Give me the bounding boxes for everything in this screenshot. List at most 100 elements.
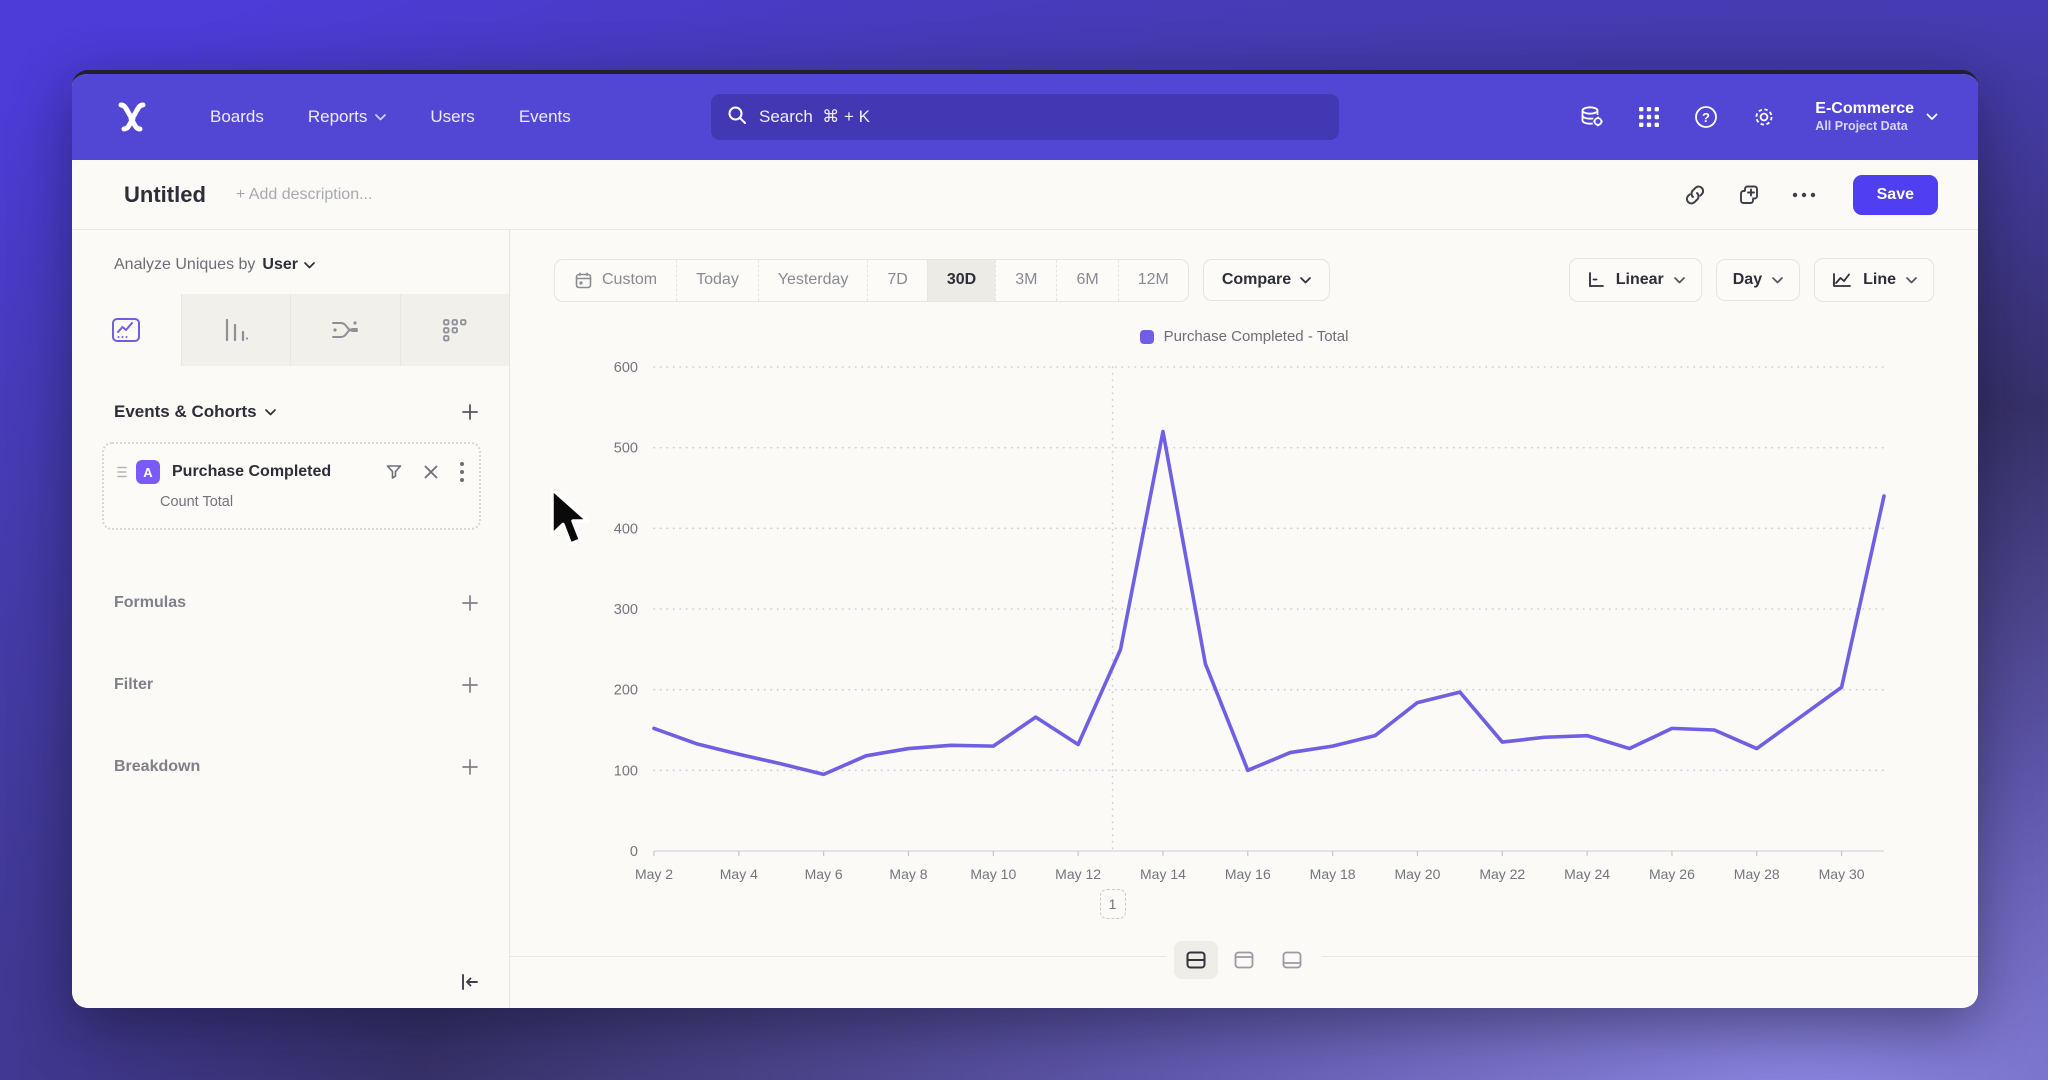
series-page-badge[interactable]: 1 [1100, 889, 1126, 919]
line-chart[interactable]: 0100200300400500600May 2May 4May 6May 8M… [510, 351, 1978, 916]
save-button[interactable]: Save [1853, 175, 1938, 215]
linear-axis-icon [1586, 270, 1606, 290]
svg-text:May 10: May 10 [970, 866, 1016, 882]
search-icon [727, 105, 747, 130]
svg-text:May 2: May 2 [635, 866, 673, 882]
query-builder-sidebar: Analyze Uniques by User Events & Cohorts [72, 230, 510, 1008]
range-6m[interactable]: 6M [1056, 260, 1117, 301]
nav-item-reports[interactable]: Reports [308, 107, 387, 127]
event-more-options-icon[interactable] [459, 461, 465, 483]
svg-text:300: 300 [614, 602, 638, 618]
sidebar-section-breakdown: Breakdown [114, 758, 479, 776]
sidebar-section-filter: Filter [114, 676, 479, 694]
svg-text:May 24: May 24 [1564, 866, 1610, 882]
search-bar[interactable] [711, 94, 1339, 140]
nav-item-boards[interactable]: Boards [210, 107, 264, 127]
scale-dropdown[interactable]: Linear [1569, 258, 1702, 302]
range-today[interactable]: Today [676, 260, 758, 301]
analyze-by-dropdown[interactable]: User [262, 256, 315, 274]
report-header-bar: Untitled + Add description... [72, 160, 1978, 230]
svg-text:May 12: May 12 [1055, 866, 1101, 882]
add-breakdown-button[interactable] [461, 758, 479, 776]
interval-dropdown[interactable]: Day [1716, 259, 1800, 301]
report-type-tabs [72, 294, 509, 366]
range-custom[interactable]: Custom [555, 260, 676, 301]
desktop-backdrop: Boards Reports Users Events [0, 0, 2048, 1080]
remove-event-icon[interactable] [423, 464, 439, 480]
report-title[interactable]: Untitled [124, 182, 206, 208]
top-navigation-bar: Boards Reports Users Events [72, 74, 1978, 160]
nav-item-events[interactable]: Events [519, 107, 571, 127]
layout-split-view-button[interactable] [1174, 941, 1218, 979]
retention-icon [441, 317, 469, 343]
svg-text:400: 400 [614, 521, 638, 537]
more-options-icon[interactable] [1791, 191, 1817, 199]
range-3m[interactable]: 3M [995, 260, 1056, 301]
tab-insights[interactable] [72, 294, 182, 366]
event-aggregation[interactable]: Count Total [160, 494, 465, 510]
add-description-field[interactable]: + Add description... [236, 186, 373, 204]
layout-toggle-group [1166, 937, 1322, 983]
chart-type-dropdown[interactable]: Line [1814, 258, 1934, 302]
event-letter-badge: A [136, 460, 160, 484]
svg-text:0: 0 [630, 844, 638, 860]
svg-text:May 16: May 16 [1225, 866, 1271, 882]
event-card-purchase-completed[interactable]: A Purchase Completed [102, 442, 481, 530]
svg-text:500: 500 [614, 441, 638, 457]
event-name[interactable]: Purchase Completed [172, 463, 331, 481]
tab-funnels[interactable] [182, 294, 292, 366]
flows-icon [330, 317, 360, 343]
range-yesterday[interactable]: Yesterday [758, 260, 868, 301]
chevron-down-icon [1926, 108, 1938, 126]
mixpanel-logo-icon[interactable] [112, 99, 152, 135]
chevron-down-icon [1906, 277, 1917, 284]
project-name: E-Commerce [1815, 99, 1914, 119]
events-cohorts-title[interactable]: Events & Cohorts [114, 402, 276, 422]
analyze-row: Analyze Uniques by User [72, 256, 509, 274]
date-range-group: CustomTodayYesterday7D30D3M6M12M [554, 259, 1189, 302]
svg-text:May 28: May 28 [1734, 866, 1780, 882]
chevron-down-icon [375, 114, 386, 121]
help-icon[interactable]: ? [1693, 104, 1719, 130]
chart-footer [510, 956, 1978, 1008]
line-chart-icon [1831, 270, 1853, 290]
range-30d[interactable]: 30D [927, 260, 995, 301]
collapse-sidebar-icon[interactable] [459, 972, 481, 992]
apps-grid-icon[interactable] [1637, 105, 1661, 129]
data-management-icon[interactable] [1579, 104, 1605, 130]
svg-text:May 30: May 30 [1819, 866, 1865, 882]
add-filter-button[interactable] [461, 676, 479, 694]
add-event-button[interactable] [461, 403, 479, 421]
funnels-icon [222, 317, 250, 343]
svg-text:May 18: May 18 [1310, 866, 1356, 882]
filter-event-icon[interactable] [385, 463, 403, 481]
nav-item-users[interactable]: Users [430, 107, 474, 127]
legend-swatch [1140, 330, 1154, 344]
chevron-down-icon [1674, 277, 1685, 284]
layout-bottom-panel-button[interactable] [1270, 941, 1314, 979]
settings-gear-icon[interactable] [1751, 104, 1777, 130]
chevron-down-icon [1772, 277, 1783, 284]
svg-text:May 22: May 22 [1479, 866, 1525, 882]
search-input[interactable] [759, 107, 1323, 127]
events-cohorts-header: Events & Cohorts [114, 402, 479, 422]
insights-icon [111, 317, 141, 343]
tab-retention[interactable] [401, 294, 510, 366]
nav-right-group: ? E-Commerce All Project Data [1579, 99, 1938, 135]
range-12m[interactable]: 12M [1118, 260, 1188, 301]
svg-text:600: 600 [614, 360, 638, 376]
copy-link-icon[interactable] [1683, 183, 1707, 207]
tab-flows[interactable] [291, 294, 401, 366]
svg-text:May 4: May 4 [720, 866, 758, 882]
layout-top-panel-button[interactable] [1222, 941, 1266, 979]
svg-text:May 14: May 14 [1140, 866, 1186, 882]
project-switcher[interactable]: E-Commerce All Project Data [1815, 99, 1938, 135]
range-7d[interactable]: 7D [867, 260, 926, 301]
duplicate-icon[interactable] [1737, 183, 1761, 207]
compare-button[interactable]: Compare [1203, 259, 1330, 301]
svg-text:May 20: May 20 [1394, 866, 1440, 882]
drag-handle-icon[interactable] [116, 465, 128, 479]
sidebar-sections: FormulasFilterBreakdown [72, 594, 509, 776]
legend-series-label: Purchase Completed - Total [1164, 328, 1349, 345]
add-formulas-button[interactable] [461, 594, 479, 612]
